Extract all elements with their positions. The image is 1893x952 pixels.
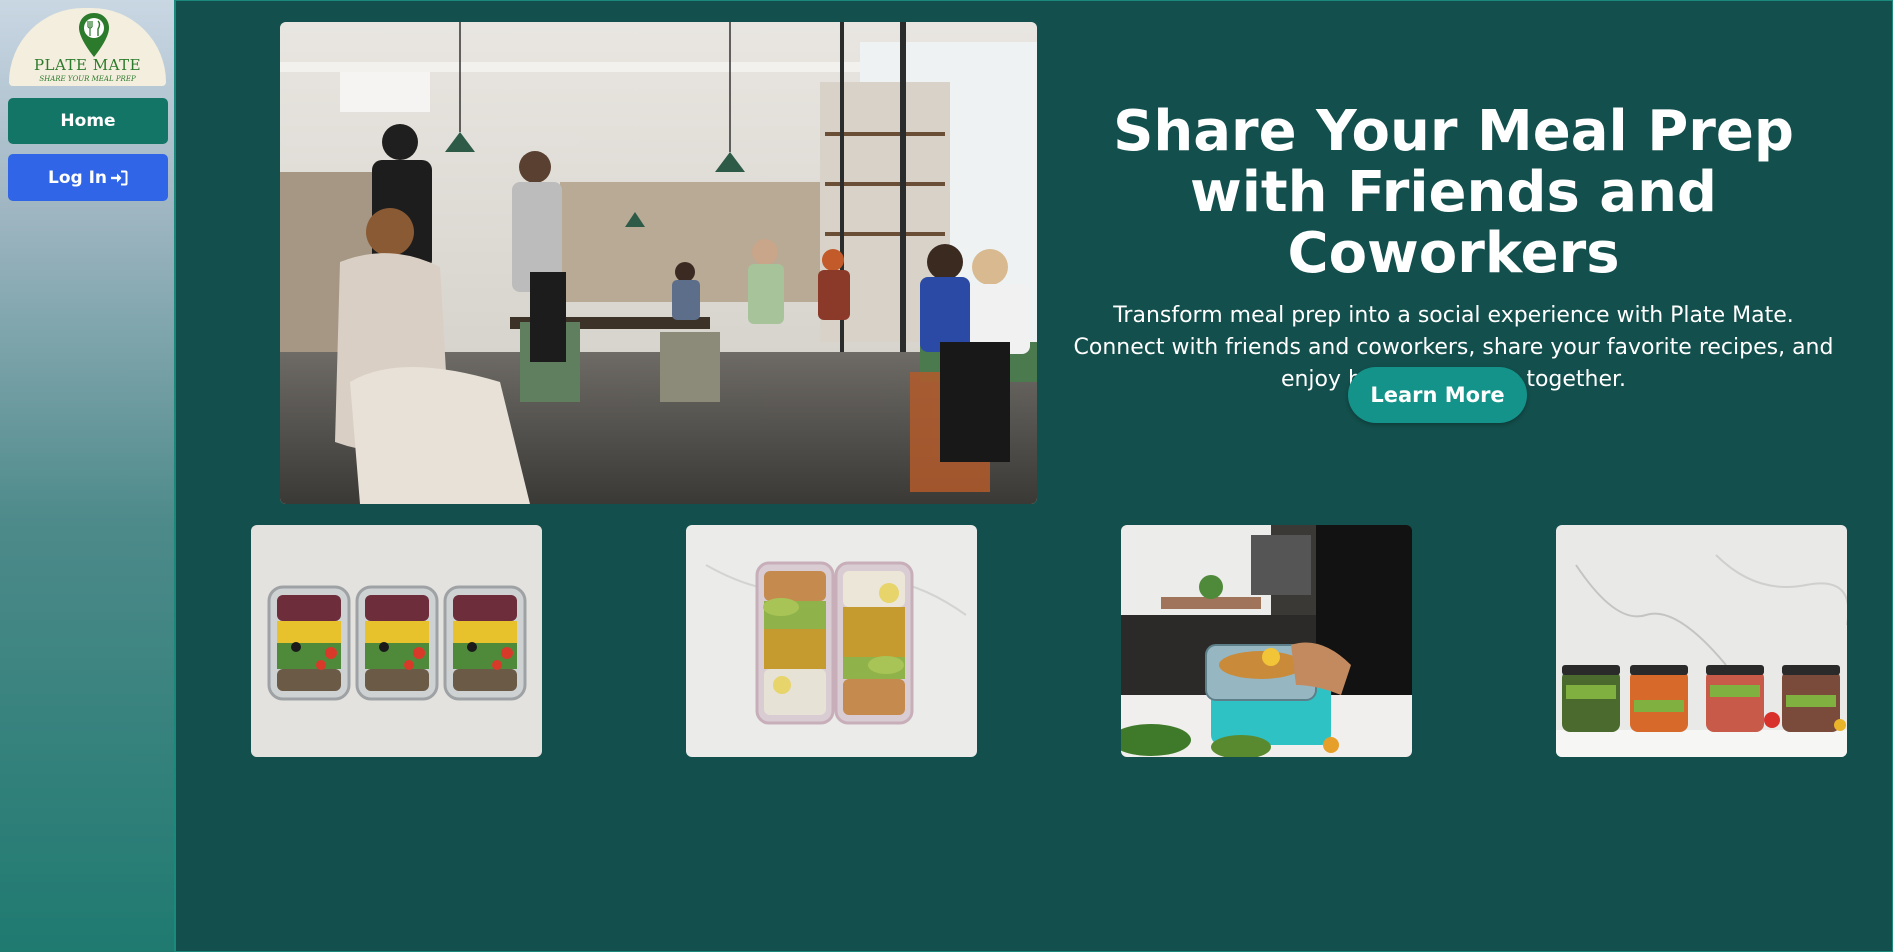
map-pin-icon — [79, 13, 109, 57]
learn-more-button[interactable]: Learn More — [1348, 367, 1527, 423]
login-button-label: Log In — [47, 167, 108, 188]
home-button[interactable]: Home — [8, 98, 168, 144]
hero-text: Share Your Meal Prep with Friends and Co… — [1056, 101, 1851, 396]
home-button-label: Home — [60, 111, 116, 131]
login-button[interactable]: Log In — [8, 154, 168, 201]
learn-more-label: Learn More — [1370, 383, 1505, 407]
logo-tagline: SHARE YOUR MEAL PREP — [39, 75, 136, 83]
logo-name: PLATE MATE — [33, 56, 142, 74]
hero-title: Share Your Meal Prep with Friends and Co… — [1113, 99, 1794, 286]
cafe-hero-image — [280, 22, 1037, 504]
login-arrow-icon — [111, 170, 128, 185]
gallery-image-packing-container — [1121, 525, 1412, 757]
gallery-image-two-containers — [686, 525, 977, 757]
gallery-image-three-containers — [251, 525, 542, 757]
gallery-image-salad-jars — [1556, 525, 1847, 757]
sidebar: PLATE MATE SHARE YOUR MEAL PREP Home Log… — [0, 0, 176, 952]
main-content: Share Your Meal Prep with Friends and Co… — [176, 0, 1893, 952]
plate-mate-logo[interactable]: PLATE MATE SHARE YOUR MEAL PREP — [9, 8, 166, 86]
